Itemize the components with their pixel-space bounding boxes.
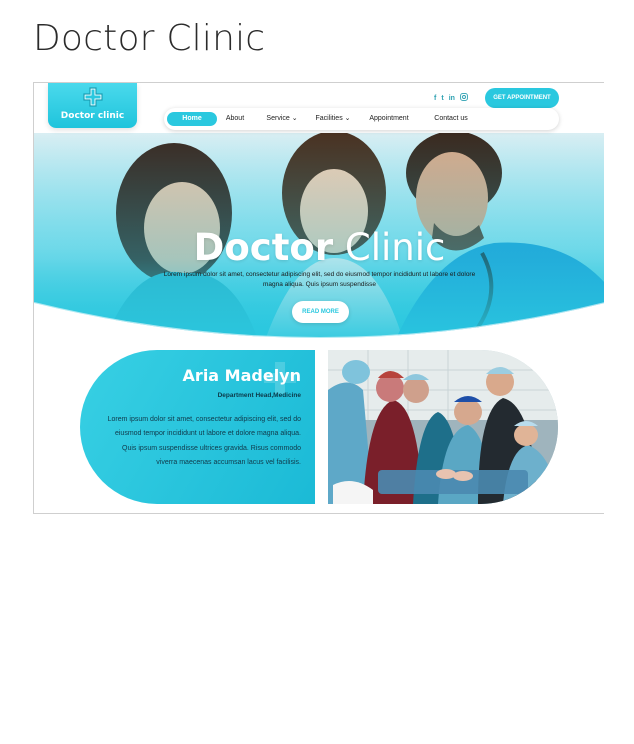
hero-subtitle: Lorem ipsum dolor sit amet, consectetur … [163, 271, 476, 288]
hero-title: Doctor Clinic [34, 228, 604, 268]
linkedin-icon[interactable]: in [449, 94, 455, 104]
doctor-bio: Lorem ipsum dolor sit amet, consectetur … [107, 416, 301, 466]
medical-cross-icon [83, 87, 103, 107]
hero-title-light: Clinic [344, 226, 446, 269]
logo-text: Doctor clinic [60, 111, 125, 121]
doctor-role: Department Head,Medicine [217, 392, 301, 399]
nav-item-service[interactable]: Service ⌄ [260, 112, 304, 126]
site-logo[interactable]: Doctor clinic [48, 83, 137, 128]
nav-item-contact[interactable]: Contact us [426, 112, 476, 126]
surgery-photo [328, 350, 558, 504]
facebook-icon[interactable]: f [434, 94, 436, 104]
nav-item-about[interactable]: About [219, 112, 251, 126]
page-title: Doctor Clinic [33, 18, 266, 59]
twitter-icon[interactable]: t [441, 94, 443, 104]
hero-content: Doctor Clinic Lorem ipsum dolor sit amet… [34, 228, 604, 290]
read-more-button[interactable]: READ MORE [292, 301, 349, 323]
surgery-team-illustration [328, 350, 558, 504]
main-navigation: Home About Service ⌄ Facilities ⌄ Appoin… [164, 108, 559, 130]
nav-item-home[interactable]: Home [167, 112, 217, 126]
hero-title-bold: Doctor [193, 226, 334, 269]
doctor-name: Aria Madelyn [182, 366, 301, 385]
social-links: f t in [434, 93, 468, 105]
doctor-profile-card: Aria Madelyn Department Head,Medicine Lo… [80, 350, 315, 504]
nav-item-appointment[interactable]: Appointment [364, 112, 414, 126]
get-appointment-button[interactable]: GET APPOINTMENT [485, 88, 559, 108]
nav-item-facilities[interactable]: Facilities ⌄ [310, 112, 356, 126]
website-preview: Doctor Clinic Lorem ipsum dolor sit amet… [33, 82, 604, 514]
instagram-icon[interactable] [460, 93, 468, 105]
